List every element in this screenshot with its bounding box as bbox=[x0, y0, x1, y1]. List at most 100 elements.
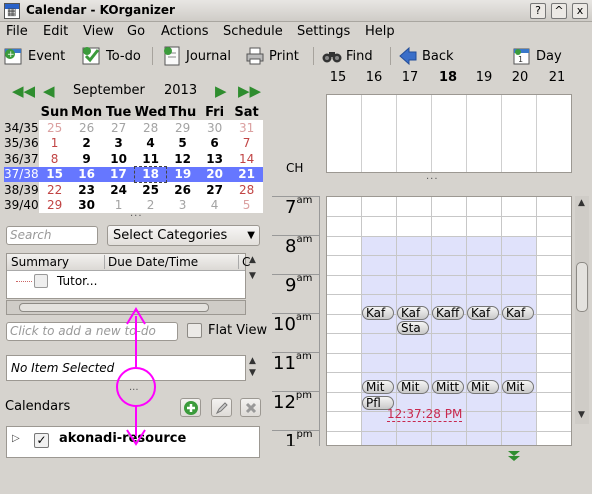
event-item[interactable]: Kaf bbox=[502, 306, 534, 320]
day-cell[interactable]: 28 bbox=[135, 120, 167, 136]
day-cell[interactable]: 12 bbox=[167, 151, 199, 167]
prev-month-icon[interactable]: ◀ bbox=[43, 82, 55, 100]
day-cell[interactable]: 21 bbox=[230, 166, 263, 182]
day-cell[interactable]: 5 bbox=[231, 198, 263, 214]
agenda-scrollbar[interactable]: ▲ ▼ bbox=[575, 196, 589, 424]
delete-calendar-button[interactable] bbox=[240, 398, 261, 417]
scroll-down-icon[interactable]: ▼ bbox=[249, 271, 256, 281]
todo-row[interactable]: Tutor... bbox=[7, 271, 245, 291]
day-cell[interactable]: 16 bbox=[70, 166, 103, 182]
day-cell[interactable]: 23 bbox=[71, 182, 103, 198]
menu-file[interactable]: File bbox=[6, 24, 28, 39]
close-button[interactable]: x bbox=[572, 3, 588, 19]
next-month-icon[interactable]: ▶ bbox=[215, 82, 227, 100]
day-cell[interactable]: 2 bbox=[71, 136, 103, 152]
scroll-down-icon[interactable]: ▼ bbox=[578, 410, 585, 420]
day-cell[interactable]: 9 bbox=[71, 151, 103, 167]
menu-settings[interactable]: Settings bbox=[297, 24, 350, 39]
day-header[interactable]: 15 bbox=[320, 70, 356, 85]
day-cell[interactable]: 26 bbox=[71, 120, 103, 136]
day-cell[interactable]: 3 bbox=[167, 198, 199, 214]
event-item[interactable]: Kaff bbox=[432, 306, 464, 320]
week-number[interactable]: 36/37 bbox=[4, 151, 39, 167]
all-day-area[interactable] bbox=[326, 94, 572, 173]
day-header[interactable]: 21 bbox=[539, 70, 575, 85]
help-window-button[interactable]: ? bbox=[530, 3, 546, 19]
agenda-grid[interactable]: Kaf Kaf Kaff Kaf Kaf Sta Mit Mit Mitt Mi… bbox=[326, 196, 572, 446]
day-header[interactable]: 20 bbox=[502, 70, 538, 85]
day-cell[interactable]: 22 bbox=[39, 182, 71, 198]
day-cell[interactable]: 25 bbox=[39, 120, 71, 136]
day-cell[interactable]: 30 bbox=[71, 198, 103, 214]
day-cell[interactable]: 19 bbox=[166, 166, 199, 182]
menu-edit[interactable]: Edit bbox=[43, 24, 68, 39]
calendar-checkbox[interactable]: ✓ bbox=[34, 433, 49, 448]
column-due-date[interactable]: Due Date/Time bbox=[104, 255, 198, 269]
day-cell[interactable]: 30 bbox=[199, 120, 231, 136]
today-day-header[interactable]: 18 bbox=[430, 70, 466, 85]
day-cell[interactable]: 27 bbox=[103, 120, 135, 136]
expand-arrow-icon[interactable]: ▷ bbox=[12, 433, 20, 444]
event-item[interactable]: Mitt bbox=[432, 380, 464, 394]
new-todo-input[interactable]: Click to add a new to-do bbox=[6, 322, 178, 341]
add-calendar-button[interactable] bbox=[180, 398, 201, 417]
day-cell[interactable]: 7 bbox=[231, 136, 263, 152]
day-cell[interactable]: 5 bbox=[167, 136, 199, 152]
day-cell[interactable]: 13 bbox=[199, 151, 231, 167]
today-cell[interactable]: 18 bbox=[134, 166, 168, 183]
splitter-handle[interactable]: ... bbox=[426, 171, 439, 182]
day-cell[interactable]: 26 bbox=[167, 182, 199, 198]
week-number[interactable]: 34/35 bbox=[4, 120, 39, 136]
event-item[interactable]: Sta bbox=[397, 321, 429, 335]
splitter-handle[interactable]: ... bbox=[130, 208, 143, 219]
day-cell[interactable]: 8 bbox=[39, 151, 71, 167]
category-select[interactable]: Select Categories ▼ bbox=[107, 225, 260, 246]
week-number[interactable]: 39/40 bbox=[4, 197, 39, 213]
event-item[interactable]: Kaf bbox=[397, 306, 429, 320]
column-summary[interactable]: Summary bbox=[11, 255, 69, 269]
day-cell[interactable]: 10 bbox=[103, 151, 135, 167]
day-cell[interactable]: 27 bbox=[199, 182, 231, 198]
week-number[interactable]: 37/38 bbox=[4, 166, 39, 182]
event-item[interactable]: Mit bbox=[502, 380, 534, 394]
day-cell[interactable]: 14 bbox=[231, 151, 263, 167]
day-header[interactable]: 19 bbox=[466, 70, 502, 85]
menu-schedule[interactable]: Schedule bbox=[223, 24, 283, 39]
scroll-up-icon[interactable]: ▲ bbox=[249, 356, 256, 366]
menu-go[interactable]: Go bbox=[127, 24, 145, 39]
back-button[interactable]: Back bbox=[398, 45, 454, 67]
item-viewer-scrollbar[interactable]: ▲ ▼ bbox=[247, 355, 260, 381]
menu-view[interactable]: View bbox=[83, 24, 114, 39]
event-item[interactable]: Kaf bbox=[362, 306, 394, 320]
scroll-to-events-icon[interactable] bbox=[507, 450, 521, 462]
edit-calendar-button[interactable] bbox=[211, 398, 232, 417]
todo-checkbox[interactable] bbox=[34, 274, 48, 288]
print-button[interactable]: Print bbox=[245, 45, 299, 67]
day-cell[interactable]: 3 bbox=[103, 136, 135, 152]
menu-actions[interactable]: Actions bbox=[161, 24, 209, 39]
maximize-button[interactable]: ^ bbox=[551, 3, 567, 19]
day-header[interactable]: 17 bbox=[392, 70, 428, 85]
day-cell[interactable]: 31 bbox=[231, 120, 263, 136]
day-cell[interactable]: 17 bbox=[102, 166, 135, 182]
day-cell[interactable]: 28 bbox=[231, 182, 263, 198]
day-cell[interactable]: 6 bbox=[199, 136, 231, 152]
event-item[interactable]: Kaf bbox=[467, 306, 499, 320]
day-cell[interactable]: 25 bbox=[135, 182, 167, 198]
search-input[interactable]: Search bbox=[6, 226, 98, 245]
todo-vertical-scrollbar[interactable]: ▲ ▼ bbox=[247, 253, 260, 315]
day-cell[interactable]: 4 bbox=[199, 198, 231, 214]
day-view-button[interactable]: 1 Day bbox=[512, 45, 562, 67]
day-cell[interactable]: 15 bbox=[38, 166, 71, 182]
scrollbar-thumb[interactable] bbox=[19, 303, 209, 312]
day-cell[interactable]: 29 bbox=[167, 120, 199, 136]
new-todo-button[interactable]: To-do bbox=[82, 45, 141, 67]
day-cell[interactable]: 1 bbox=[39, 136, 71, 152]
find-button[interactable]: Find bbox=[322, 45, 373, 67]
day-cell[interactable]: 11 bbox=[135, 151, 167, 167]
day-cell[interactable]: 20 bbox=[198, 166, 231, 182]
event-item[interactable]: Mit bbox=[397, 380, 429, 394]
day-header[interactable]: 16 bbox=[356, 70, 392, 85]
scroll-down-icon[interactable]: ▼ bbox=[249, 368, 256, 378]
day-cell[interactable]: 24 bbox=[103, 182, 135, 198]
